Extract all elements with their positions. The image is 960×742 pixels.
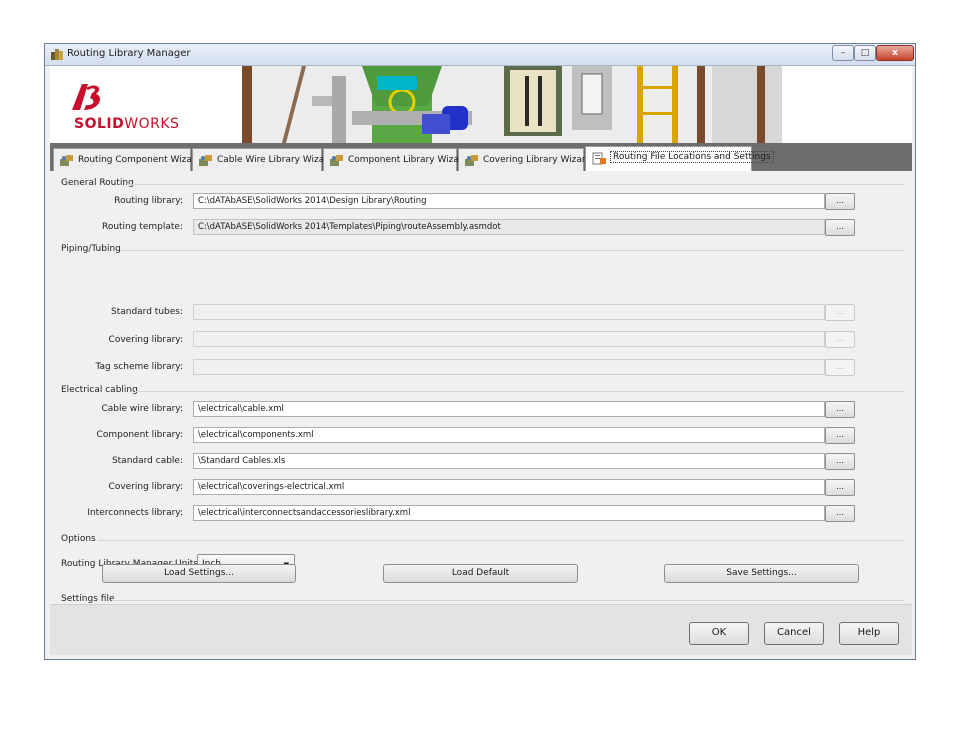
tab-label: Routing File Locations and Settings — [610, 151, 774, 163]
piping-covering-library-browse-button[interactable]: ... — [825, 331, 855, 348]
dialog-footer: OK Cancel Help — [50, 604, 912, 655]
section-electrical-cabling: Electrical cabling — [61, 385, 138, 395]
section-general-routing: General Routing — [61, 178, 134, 188]
cancel-button[interactable]: Cancel — [764, 622, 824, 645]
tab-label: Routing Component Wizard — [78, 155, 202, 165]
piping-covering-library-field[interactable] — [193, 331, 825, 347]
settings-panel: General Routing Routing library: C:\dATA… — [50, 171, 912, 604]
section-piping-tubing: Piping/Tubing — [61, 244, 121, 254]
help-button[interactable]: Help — [839, 622, 899, 645]
standard-cable-field[interactable]: \Standard Cables.xls — [193, 453, 825, 469]
file-settings-icon — [592, 152, 606, 165]
routing-template-label: Routing template: — [101, 222, 183, 232]
window-title: Routing Library Manager — [67, 48, 191, 59]
solidworks-logo-icon — [72, 84, 100, 110]
maximize-icon: □ — [860, 48, 870, 58]
title-bar[interactable]: Routing Library Manager – □ x — [45, 44, 915, 66]
banner: SOLIDWORKS — [50, 66, 912, 143]
divider — [98, 540, 904, 541]
piping-covering-library-label: Covering library: — [108, 335, 183, 345]
tab-label: Covering Library Wizard — [483, 155, 592, 165]
load-default-button[interactable]: Load Default — [383, 564, 578, 583]
cable-wire-library-browse-button[interactable]: ... — [825, 401, 855, 418]
divider — [120, 250, 904, 251]
ok-button[interactable]: OK — [689, 622, 749, 645]
covering-library-icon — [465, 155, 478, 166]
component-library-label: Component library: — [96, 430, 183, 440]
interconnects-library-browse-button[interactable]: ... — [825, 505, 855, 522]
standard-cable-browse-button[interactable]: ... — [825, 453, 855, 470]
electrical-covering-library-browse-button[interactable]: ... — [825, 479, 855, 496]
tab-covering-library-wizard[interactable]: Covering Library Wizard — [458, 148, 591, 171]
cable-wire-icon — [199, 155, 212, 166]
save-settings-button[interactable]: Save Settings... — [664, 564, 859, 583]
close-button[interactable]: x — [876, 45, 914, 61]
standard-cable-label: Standard cable: — [111, 456, 183, 466]
component-library-field[interactable]: \electrical\components.xml — [193, 427, 825, 443]
component-library-browse-button[interactable]: ... — [825, 427, 855, 444]
tag-scheme-library-browse-button[interactable]: ... — [825, 359, 855, 376]
tag-scheme-library-label: Tag scheme library: — [95, 362, 183, 372]
section-options: Options — [61, 534, 96, 544]
minimize-button[interactable]: – — [832, 45, 854, 61]
section-settings-file: Settings file — [61, 594, 115, 604]
cable-wire-library-field[interactable]: \electrical\cable.xml — [193, 401, 825, 417]
close-icon: x — [892, 48, 898, 58]
divider — [112, 600, 904, 601]
tab-cable-wire-library-wizard[interactable]: Cable Wire Library Wizard — [192, 148, 334, 171]
maximize-button[interactable]: □ — [854, 45, 876, 61]
standard-tubes-field[interactable] — [193, 304, 825, 320]
interconnects-library-label: Interconnects library: — [87, 508, 183, 518]
divider — [135, 391, 904, 392]
standard-tubes-label: Standard tubes: — [110, 307, 183, 317]
tab-label: Component Library Wizard — [348, 155, 469, 165]
app-icon — [51, 49, 63, 60]
routing-library-label: Routing library: — [114, 196, 183, 206]
tab-component-library-wizard[interactable]: Component Library Wizard — [323, 148, 468, 171]
load-settings-button[interactable]: Load Settings... — [102, 564, 296, 583]
divider — [127, 184, 904, 185]
cable-wire-library-label: Cable wire library: — [101, 404, 183, 414]
tab-bar: Routing Component Wizard Cable Wire Libr… — [50, 143, 912, 171]
tag-scheme-library-field[interactable] — [193, 359, 825, 375]
tab-label: Cable Wire Library Wizard — [217, 155, 334, 165]
routing-library-browse-button[interactable]: ... — [825, 193, 855, 210]
component-library-icon — [330, 155, 343, 166]
tab-routing-component-wizard[interactable]: Routing Component Wizard — [53, 148, 201, 171]
electrical-covering-library-field[interactable]: \electrical\coverings-electrical.xml — [193, 479, 825, 495]
tab-routing-file-locations-and-settings[interactable]: Routing File Locations and Settings — [585, 146, 774, 171]
routing-template-browse-button[interactable]: ... — [825, 219, 855, 236]
electrical-covering-library-label: Covering library: — [108, 482, 183, 492]
routing-library-field[interactable]: C:\dATAbASE\SolidWorks 2014\Design Libra… — [193, 193, 825, 209]
routing-library-manager-window: Routing Library Manager – □ x SOLIDWORKS — [44, 43, 916, 660]
banner-illustration — [242, 66, 782, 143]
routing-component-icon — [60, 155, 73, 166]
routing-template-field[interactable]: C:\dATAbASE\SolidWorks 2014\Templates\Pi… — [193, 219, 825, 235]
solidworks-wordmark: SOLIDWORKS — [74, 116, 180, 132]
minimize-icon: – — [840, 48, 846, 58]
interconnects-library-field[interactable]: \electrical\interconnectsandaccessoriesl… — [193, 505, 825, 521]
standard-tubes-browse-button[interactable]: ... — [825, 304, 855, 321]
